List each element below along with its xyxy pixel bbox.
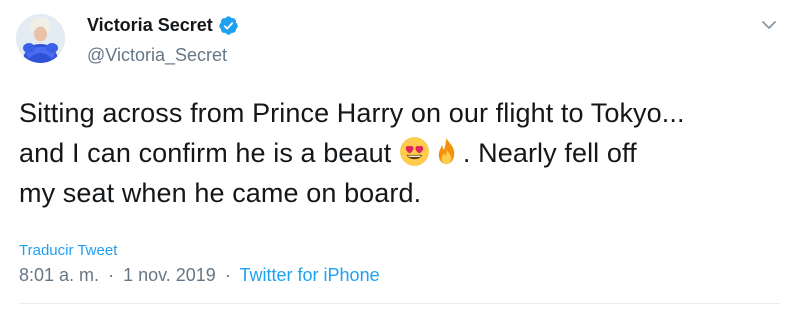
meta-separator: · — [108, 265, 115, 285]
translate-tweet-link[interactable]: Traducir Tweet — [19, 242, 117, 259]
tweet-text-line-3: my seat when he came on board. — [19, 178, 422, 208]
tweet-text-line-2: and I can confirm he is a beaut . Nearly… — [19, 133, 789, 173]
verified-badge-icon — [218, 15, 239, 36]
tweet-time[interactable]: 8:01 a. m. — [19, 265, 99, 285]
tweet-text-line-1: Sitting across from Prince Harry on our … — [19, 98, 685, 128]
avatar-image — [16, 14, 65, 63]
author-name[interactable]: Victoria Secret — [87, 15, 239, 36]
divider — [19, 303, 780, 304]
tweet-text-line-2-start: and I can confirm he is a beaut — [19, 138, 399, 168]
author-handle[interactable]: @Victoria_Secret — [87, 45, 227, 66]
tweet-date[interactable]: 1 nov. 2019 — [123, 265, 216, 285]
tweet-text-line-2-end: . Nearly fell off — [462, 138, 637, 168]
avatar[interactable] — [16, 14, 65, 63]
tweet-text: Sitting across from Prince Harry on our … — [19, 93, 789, 213]
tweet-card: Victoria Secret @Victoria_Secret Sitting… — [0, 0, 800, 309]
tweet-source-link[interactable]: Twitter for iPhone — [240, 265, 380, 285]
chevron-down-icon[interactable] — [760, 16, 778, 34]
tweet-meta: 8:01 a. m. · 1 nov. 2019 · Twitter for i… — [19, 265, 380, 286]
heart-eyes-emoji-icon — [399, 136, 430, 167]
fire-emoji-icon — [431, 136, 462, 167]
meta-separator: · — [224, 265, 231, 285]
author-name-text: Victoria Secret — [87, 15, 213, 35]
